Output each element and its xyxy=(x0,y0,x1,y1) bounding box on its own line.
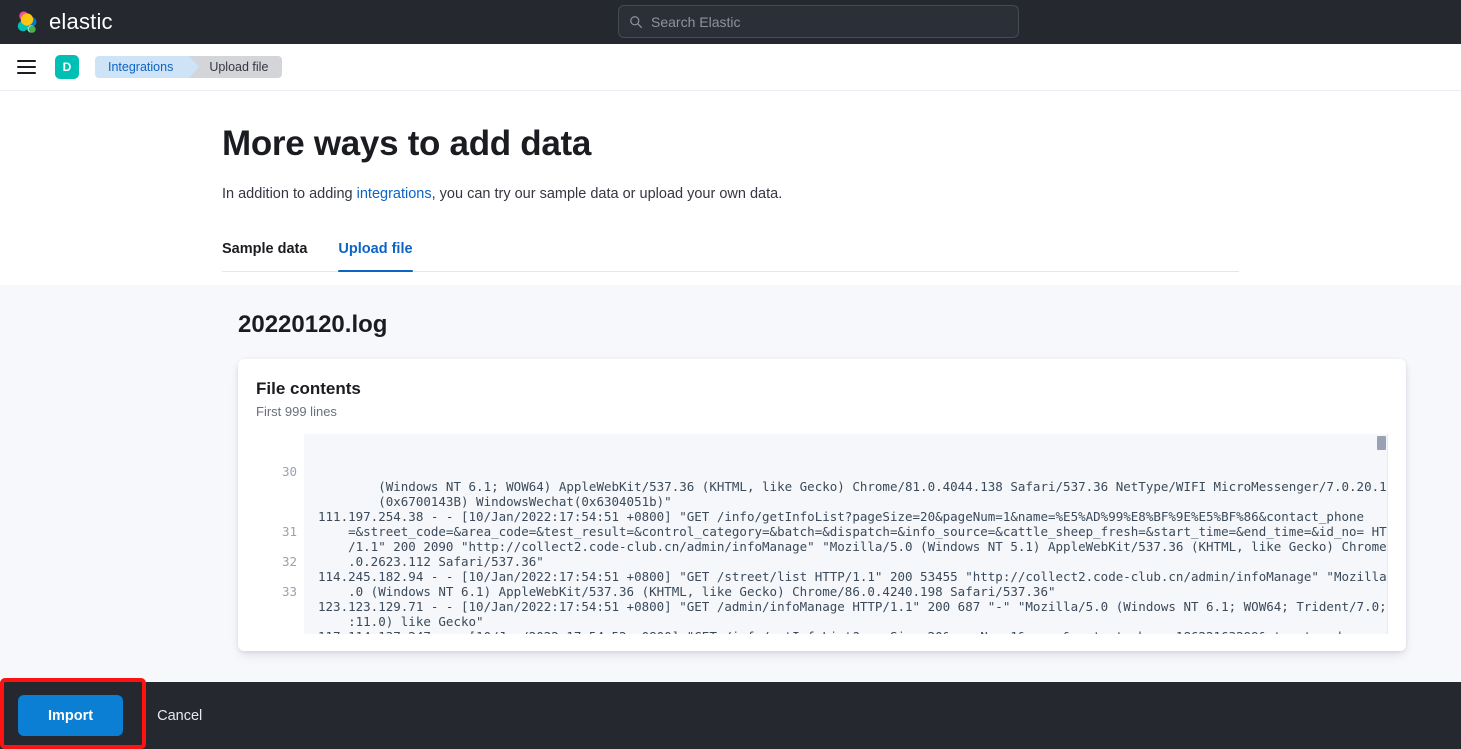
line-number xyxy=(256,539,304,554)
uploaded-file-name: 20220120.log xyxy=(238,311,388,338)
file-contents-meta: First 999 lines xyxy=(256,404,337,419)
breadcrumb: Integrations Upload file xyxy=(95,56,283,78)
page-hero: More ways to add data In addition to add… xyxy=(0,91,1461,202)
line-number xyxy=(256,494,304,509)
log-line: 117.114.137.247 - - [10/Jan/2022:17:54:5… xyxy=(318,629,1374,634)
file-contents-title: File contents xyxy=(256,379,361,398)
line-number: 30 xyxy=(281,464,297,479)
log-code-area[interactable]: (Windows NT 6.1; WOW64) AppleWebKit/537.… xyxy=(304,434,1388,634)
file-contents-viewer[interactable]: 30 31 32 33 (Windows NT 6.1; WOW64) AppleWe… xyxy=(256,434,1388,634)
breadcrumb-item-upload-file[interactable]: Upload file xyxy=(189,56,283,78)
hamburger-menu-icon[interactable] xyxy=(17,60,36,74)
log-line: :11.0) like Gecko" xyxy=(318,614,484,629)
line-number xyxy=(256,449,304,464)
log-line: 114.245.182.94 - - [10/Jan/2022:17:54:51… xyxy=(318,569,1388,584)
line-number xyxy=(256,629,304,634)
tab-bar: Sample data Upload file xyxy=(222,233,1239,273)
log-line: (0x6700143B) WindowsWechat(0x6304051b)" xyxy=(318,494,672,509)
line-number-gutter: 30 31 32 33 xyxy=(256,434,304,634)
file-contents-card: File contents First 999 lines 30 31 32 33 (… xyxy=(238,359,1406,651)
line-number xyxy=(256,434,304,449)
subtitle-text-before: In addition to adding xyxy=(222,186,357,203)
line-number xyxy=(256,569,304,584)
upload-result-canvas: 20220120.log File contents First 999 lin… xyxy=(0,285,1461,749)
log-line: .0 (Windows NT 6.1) AppleWebKit/537.36 (… xyxy=(318,584,1056,599)
search-icon xyxy=(630,15,643,28)
line-number: 32 xyxy=(281,554,297,569)
integrations-link[interactable]: integrations xyxy=(357,186,432,202)
log-line: 123.123.129.71 - - [10/Jan/2022:17:54:51… xyxy=(318,599,1388,614)
code-right-rule xyxy=(1387,434,1388,634)
subtitle-text-after: , you can try our sample data or upload … xyxy=(431,186,783,203)
line-number: 31 xyxy=(281,524,297,539)
tab-upload-file[interactable]: Upload file xyxy=(338,233,413,273)
line-number xyxy=(256,599,304,614)
brand-logo[interactable]: elastic xyxy=(14,9,113,35)
import-button[interactable]: Import xyxy=(18,695,124,736)
page-body: More ways to add data In addition to add… xyxy=(0,91,1461,749)
global-header: elastic Search Elastic xyxy=(0,0,1461,44)
line-number xyxy=(256,509,304,524)
page-title: More ways to add data xyxy=(222,124,592,163)
code-scrollbar-thumb[interactable] xyxy=(1377,436,1386,450)
log-line: =&street_code=&area_code=&test_result=&c… xyxy=(318,524,1388,539)
bottom-action-bar: Import Cancel xyxy=(0,682,1461,749)
cancel-button[interactable]: Cancel xyxy=(157,708,202,724)
line-number xyxy=(256,614,304,629)
global-search-placeholder: Search Elastic xyxy=(651,13,741,30)
elastic-logo-icon xyxy=(17,11,37,33)
breadcrumb-item-integrations[interactable]: Integrations xyxy=(95,56,200,78)
page-subtitle: In addition to adding integrations, you … xyxy=(222,186,1461,202)
tab-sample-data[interactable]: Sample data xyxy=(222,233,307,271)
log-line: .0.2623.112 Safari/537.36" xyxy=(318,554,544,569)
line-number xyxy=(256,479,304,494)
log-line: (Windows NT 6.1; WOW64) AppleWebKit/537.… xyxy=(318,479,1388,494)
brand-name: elastic xyxy=(49,9,113,34)
breadcrumb-bar: D Integrations Upload file xyxy=(0,44,1461,91)
line-number: 33 xyxy=(281,584,297,599)
space-avatar[interactable]: D xyxy=(55,55,79,79)
log-line: /1.1" 200 2090 "http://collect2.code-clu… xyxy=(318,539,1388,554)
global-search-input[interactable]: Search Elastic xyxy=(618,5,1019,38)
log-line: 111.197.254.38 - - [10/Jan/2022:17:54:51… xyxy=(318,509,1365,524)
